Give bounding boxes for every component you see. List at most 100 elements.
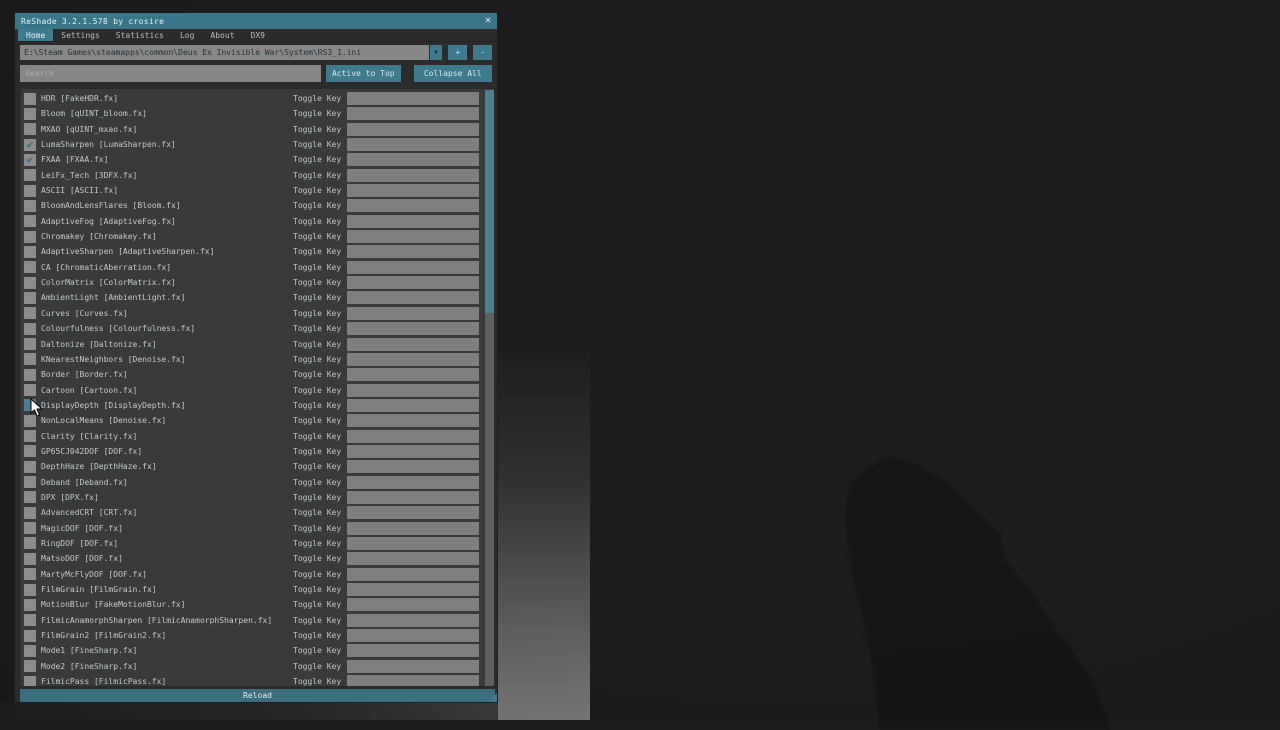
toggle-key-input[interactable] bbox=[347, 522, 479, 535]
resize-grip-icon[interactable] bbox=[488, 693, 497, 702]
toggle-key-input[interactable] bbox=[347, 552, 479, 565]
toggle-key-input[interactable] bbox=[347, 199, 479, 212]
add-preset-button[interactable]: + bbox=[448, 45, 467, 60]
toggle-key-input[interactable] bbox=[347, 384, 479, 397]
effect-checkbox[interactable]: ✔ bbox=[24, 123, 36, 135]
toggle-key-input[interactable] bbox=[347, 476, 479, 489]
toggle-key-input[interactable] bbox=[347, 368, 479, 381]
effect-checkbox[interactable]: ✔ bbox=[24, 108, 36, 120]
scrollbar-track[interactable] bbox=[485, 90, 495, 687]
effect-row: ✔ HDR [FakeHDR.fx] Toggle Key bbox=[24, 92, 494, 105]
toggle-key-input[interactable] bbox=[347, 644, 479, 657]
effect-checkbox[interactable]: ✔ bbox=[24, 507, 36, 519]
tab-statistics[interactable]: Statistics bbox=[108, 29, 172, 41]
active-to-top-button[interactable]: Active to Top bbox=[326, 65, 401, 82]
toggle-key-input[interactable] bbox=[347, 399, 479, 412]
toggle-key-input[interactable] bbox=[347, 215, 479, 228]
effect-checkbox[interactable]: ✔ bbox=[24, 461, 36, 473]
toggle-key-input[interactable] bbox=[347, 276, 479, 289]
toggle-key-input[interactable] bbox=[347, 322, 479, 335]
toggle-key-input[interactable] bbox=[347, 123, 479, 136]
effect-checkbox[interactable]: ✔ bbox=[24, 645, 36, 657]
toggle-key-input[interactable] bbox=[347, 460, 479, 473]
effect-label: LeiFx_Tech [3DFX.fx] bbox=[41, 171, 293, 180]
toggle-key-input[interactable] bbox=[347, 506, 479, 519]
toggle-key-input[interactable] bbox=[347, 107, 479, 120]
toggle-key-input[interactable] bbox=[347, 660, 479, 673]
effect-checkbox[interactable]: ✔ bbox=[24, 185, 36, 197]
toggle-key-input[interactable] bbox=[347, 583, 479, 596]
effect-checkbox[interactable]: ✔ bbox=[24, 537, 36, 549]
toggle-key-input[interactable] bbox=[347, 537, 479, 550]
effect-checkbox[interactable]: ✔ bbox=[24, 277, 36, 289]
title-bar[interactable]: ReShade 3.2.1.578 by crosire ✕ bbox=[15, 13, 497, 29]
toggle-key-input[interactable] bbox=[347, 230, 479, 243]
effect-checkbox[interactable]: ✔ bbox=[24, 553, 36, 565]
toggle-key-input[interactable] bbox=[347, 92, 479, 105]
toggle-key-input[interactable] bbox=[347, 184, 479, 197]
remove-preset-button[interactable]: - bbox=[473, 45, 492, 60]
effect-checkbox[interactable]: ✔ bbox=[24, 630, 36, 642]
effect-checkbox[interactable]: ✔ bbox=[24, 430, 36, 442]
effect-checkbox[interactable]: ✔ bbox=[24, 261, 36, 273]
close-icon[interactable]: ✕ bbox=[485, 16, 491, 26]
effect-checkbox[interactable]: ✔ bbox=[24, 323, 36, 335]
reload-button[interactable]: Reload bbox=[20, 689, 495, 702]
toggle-key-input[interactable] bbox=[347, 153, 479, 166]
effect-checkbox[interactable]: ✔ bbox=[24, 338, 36, 350]
toggle-key-input[interactable] bbox=[347, 353, 479, 366]
effect-checkbox[interactable]: ✔ bbox=[24, 139, 36, 151]
effect-checkbox[interactable]: ✔ bbox=[24, 369, 36, 381]
toggle-key-input[interactable] bbox=[347, 261, 479, 274]
effect-checkbox[interactable]: ✔ bbox=[24, 154, 36, 166]
toggle-key-input[interactable] bbox=[347, 614, 479, 627]
effect-checkbox[interactable]: ✔ bbox=[24, 584, 36, 596]
toggle-key-input[interactable] bbox=[347, 338, 479, 351]
toggle-key-input[interactable] bbox=[347, 629, 479, 642]
toggle-key-input[interactable] bbox=[347, 568, 479, 581]
effect-checkbox[interactable]: ✔ bbox=[24, 169, 36, 181]
effect-checkbox[interactable]: ✔ bbox=[24, 353, 36, 365]
toggle-key-label: Toggle Key bbox=[293, 340, 347, 349]
toggle-key-input[interactable] bbox=[347, 675, 479, 687]
toggle-key-input[interactable] bbox=[347, 445, 479, 458]
toggle-key-input[interactable] bbox=[347, 430, 479, 443]
toggle-key-input[interactable] bbox=[347, 598, 479, 611]
effect-checkbox[interactable]: ✔ bbox=[24, 599, 36, 611]
toggle-key-input[interactable] bbox=[347, 307, 479, 320]
preset-dropdown-button[interactable]: ▼ bbox=[430, 45, 443, 60]
scrollbar-thumb[interactable] bbox=[485, 90, 495, 313]
effect-checkbox[interactable]: ✔ bbox=[24, 660, 36, 672]
effect-checkbox[interactable]: ✔ bbox=[24, 200, 36, 212]
effect-checkbox[interactable]: ✔ bbox=[24, 215, 36, 227]
search-input[interactable] bbox=[20, 65, 321, 82]
toggle-key-input[interactable] bbox=[347, 291, 479, 304]
toggle-key-input[interactable] bbox=[347, 245, 479, 258]
effect-checkbox[interactable]: ✔ bbox=[24, 231, 36, 243]
toggle-key-input[interactable] bbox=[347, 138, 479, 151]
toggle-key-input[interactable] bbox=[347, 169, 479, 182]
tab-dx9[interactable]: DX9 bbox=[243, 29, 273, 41]
toggle-key-input[interactable] bbox=[347, 414, 479, 427]
effect-checkbox[interactable]: ✔ bbox=[24, 307, 36, 319]
tab-bar: HomeSettingsStatisticsLogAboutDX9 bbox=[15, 29, 497, 42]
tab-home[interactable]: Home bbox=[18, 29, 53, 41]
effect-checkbox[interactable]: ✔ bbox=[24, 246, 36, 258]
effect-checkbox[interactable]: ✔ bbox=[24, 522, 36, 534]
effect-checkbox[interactable]: ✔ bbox=[24, 476, 36, 488]
collapse-all-button[interactable]: Collapse All bbox=[414, 65, 492, 82]
tab-log[interactable]: Log bbox=[172, 29, 202, 41]
tab-about[interactable]: About bbox=[202, 29, 242, 41]
effect-checkbox[interactable]: ✔ bbox=[24, 568, 36, 580]
preset-path-select[interactable]: E:\Steam Games\steamapps\common\Deus Ex … bbox=[20, 45, 429, 60]
effect-checkbox[interactable]: ✔ bbox=[24, 445, 36, 457]
effect-checkbox[interactable]: ✔ bbox=[24, 491, 36, 503]
effect-checkbox[interactable]: ✔ bbox=[24, 93, 36, 105]
effect-label: Cartoon [Cartoon.fx] bbox=[41, 386, 293, 395]
effect-checkbox[interactable]: ✔ bbox=[24, 614, 36, 626]
effect-checkbox[interactable]: ✔ bbox=[24, 676, 36, 687]
tab-settings[interactable]: Settings bbox=[53, 29, 108, 41]
effect-checkbox[interactable]: ✔ bbox=[24, 384, 36, 396]
toggle-key-input[interactable] bbox=[347, 491, 479, 504]
effect-checkbox[interactable]: ✔ bbox=[24, 292, 36, 304]
